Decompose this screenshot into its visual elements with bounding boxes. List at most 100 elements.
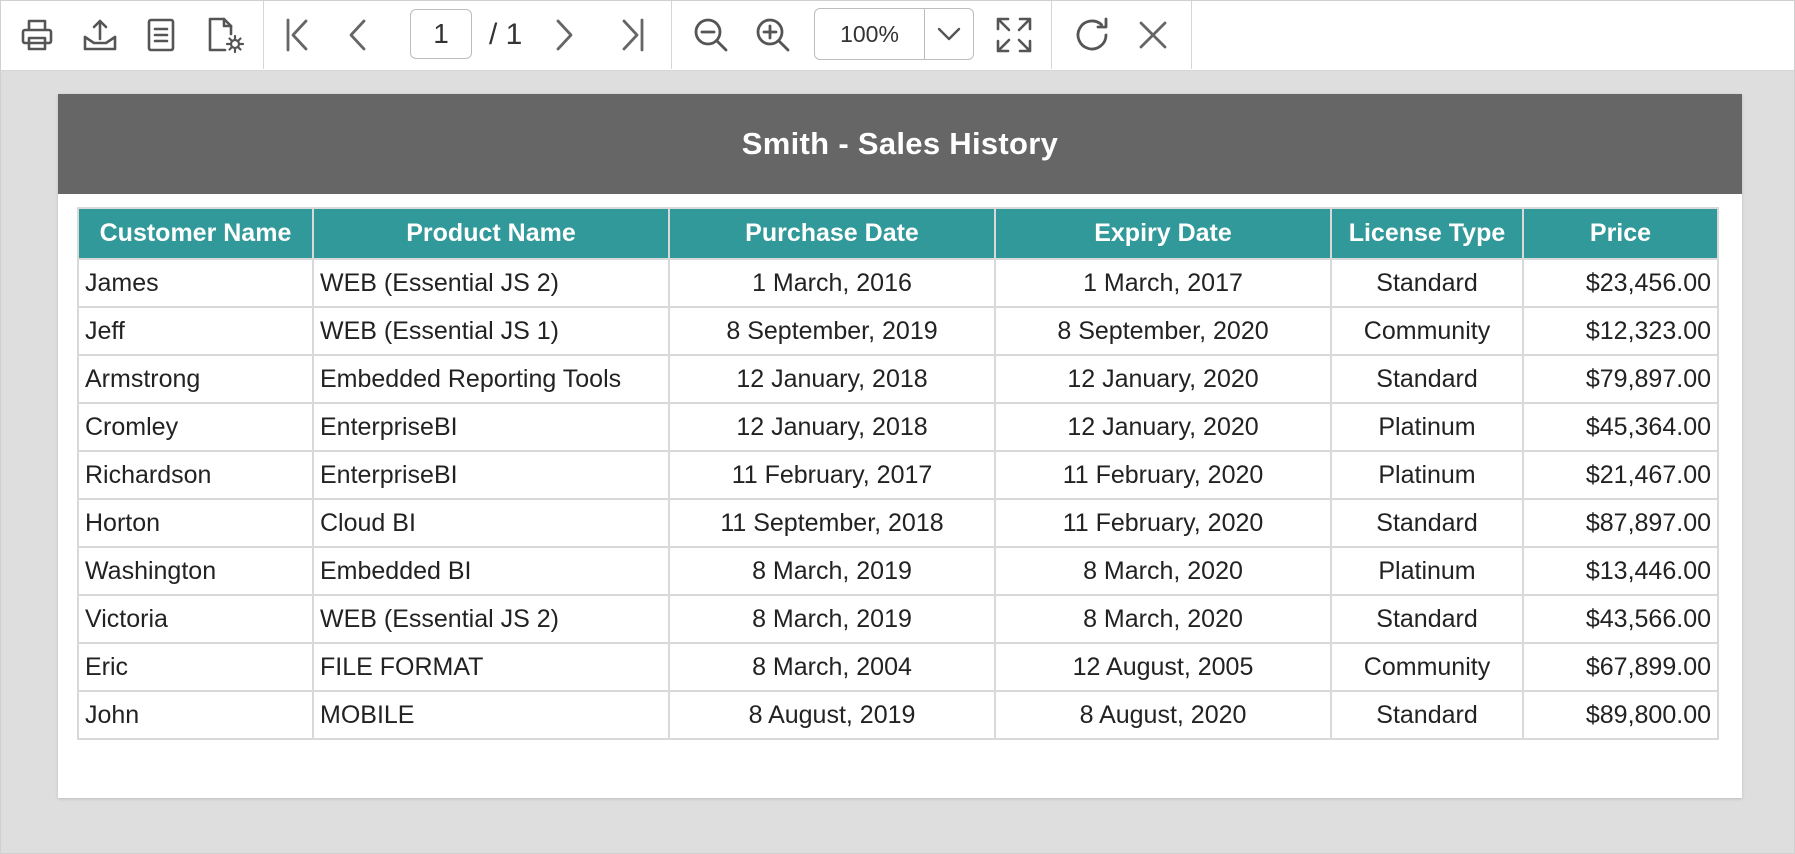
zoom-dropdown-toggle[interactable] bbox=[925, 9, 973, 59]
table-cell: 1 March, 2016 bbox=[668, 258, 996, 308]
table-cell: Embedded Reporting Tools bbox=[312, 354, 670, 404]
table-cell: MOBILE bbox=[312, 690, 670, 740]
table-row: James WEB (Essential JS 2) 1 March, 2016… bbox=[77, 258, 1719, 308]
table-row: Victoria WEB (Essential JS 2) 8 March, 2… bbox=[77, 594, 1719, 644]
table-cell: Platinum bbox=[1330, 402, 1524, 452]
toolbar-separator bbox=[1191, 1, 1192, 69]
column-header: Customer Name bbox=[77, 207, 314, 260]
column-header: Purchase Date bbox=[668, 207, 996, 260]
column-header: Expiry Date bbox=[994, 207, 1332, 260]
table-cell: 11 September, 2018 bbox=[668, 498, 996, 548]
table-cell: Armstrong bbox=[77, 354, 314, 404]
table-cell: EnterpriseBI bbox=[312, 450, 670, 500]
table-cell: $43,566.00 bbox=[1522, 594, 1719, 644]
table-cell: Platinum bbox=[1330, 450, 1524, 500]
report-view-area[interactable]: Smith - Sales History Customer Name Prod… bbox=[1, 71, 1794, 853]
table-cell: $13,446.00 bbox=[1522, 546, 1719, 596]
table-cell: Standard bbox=[1330, 498, 1524, 548]
table-cell: $87,897.00 bbox=[1522, 498, 1719, 548]
table-cell: John bbox=[77, 690, 314, 740]
table-cell: $45,364.00 bbox=[1522, 402, 1719, 452]
table-cell: Cromley bbox=[77, 402, 314, 452]
table-cell: Jeff bbox=[77, 306, 314, 356]
zoom-dropdown[interactable]: 100% bbox=[814, 8, 974, 60]
table-cell: 1 March, 2017 bbox=[994, 258, 1332, 308]
table-cell: EnterpriseBI bbox=[312, 402, 670, 452]
table-cell: 8 August, 2019 bbox=[668, 690, 996, 740]
table-cell: 11 February, 2020 bbox=[994, 498, 1332, 548]
table-cell: Richardson bbox=[77, 450, 314, 500]
table-cell: Eric bbox=[77, 642, 314, 692]
fit-page-icon bbox=[996, 17, 1032, 53]
table-cell: 12 August, 2005 bbox=[994, 642, 1332, 692]
next-page-button[interactable] bbox=[538, 9, 590, 61]
column-header: License Type bbox=[1330, 207, 1524, 260]
print-icon bbox=[21, 19, 53, 51]
report-viewer: / 1 bbox=[0, 0, 1795, 854]
export-button[interactable] bbox=[74, 9, 126, 61]
table-row: Armstrong Embedded Reporting Tools 12 Ja… bbox=[77, 354, 1719, 404]
table-cell: Cloud BI bbox=[312, 498, 670, 548]
table-cell: 12 January, 2018 bbox=[668, 354, 996, 404]
table-cell: WEB (Essential JS 2) bbox=[312, 258, 670, 308]
last-page-button[interactable] bbox=[606, 9, 658, 61]
refresh-button[interactable] bbox=[1067, 9, 1119, 61]
zoom-out-button[interactable] bbox=[685, 9, 737, 61]
chevron-down-icon bbox=[937, 27, 961, 41]
table-cell: 11 February, 2020 bbox=[994, 450, 1332, 500]
page-total-label: / 1 bbox=[489, 18, 523, 51]
toolbar-separator bbox=[263, 1, 264, 69]
table-header-row: Customer Name Product Name Purchase Date… bbox=[77, 207, 1719, 260]
toolbar-separator bbox=[671, 1, 672, 69]
toolbar: / 1 bbox=[1, 1, 1794, 71]
close-icon bbox=[1139, 21, 1167, 49]
previous-page-icon bbox=[349, 19, 366, 51]
table-cell: Horton bbox=[77, 498, 314, 548]
fit-page-button[interactable] bbox=[988, 9, 1040, 61]
last-page-icon bbox=[622, 18, 644, 52]
table-row: Richardson EnterpriseBI 11 February, 201… bbox=[77, 450, 1719, 500]
next-page-icon bbox=[556, 19, 573, 51]
table-cell: Victoria bbox=[77, 594, 314, 644]
table-cell: Standard bbox=[1330, 258, 1524, 308]
sales-history-table: Customer Name Product Name Purchase Date… bbox=[77, 207, 1719, 740]
table-cell: 12 January, 2020 bbox=[994, 354, 1332, 404]
table-cell: $21,467.00 bbox=[1522, 450, 1719, 500]
table-cell: 8 March, 2004 bbox=[668, 642, 996, 692]
table-cell: WEB (Essential JS 1) bbox=[312, 306, 670, 356]
column-header: Product Name bbox=[312, 207, 670, 260]
table-cell: Standard bbox=[1330, 354, 1524, 404]
table-cell: 12 January, 2018 bbox=[668, 402, 996, 452]
table-cell: Community bbox=[1330, 642, 1524, 692]
table-row: Washington Embedded BI 8 March, 2019 8 M… bbox=[77, 546, 1719, 596]
zoom-value[interactable]: 100% bbox=[815, 9, 925, 59]
parameters-icon bbox=[147, 18, 175, 52]
table-cell: Standard bbox=[1330, 690, 1524, 740]
table-cell: 8 March, 2019 bbox=[668, 546, 996, 596]
table-row: Eric FILE FORMAT 8 March, 2004 12 August… bbox=[77, 642, 1719, 692]
refresh-icon bbox=[1076, 17, 1108, 51]
table-row: John MOBILE 8 August, 2019 8 August, 202… bbox=[77, 690, 1719, 740]
table-cell: $12,323.00 bbox=[1522, 306, 1719, 356]
table-cell: Embedded BI bbox=[312, 546, 670, 596]
table-cell: 8 September, 2020 bbox=[994, 306, 1332, 356]
report-page: Smith - Sales History Customer Name Prod… bbox=[58, 94, 1742, 798]
zoom-in-button[interactable] bbox=[747, 9, 799, 61]
table-cell: 8 March, 2020 bbox=[994, 594, 1332, 644]
table-cell: 8 March, 2020 bbox=[994, 546, 1332, 596]
page-setup-button[interactable] bbox=[199, 9, 251, 61]
previous-page-button[interactable] bbox=[332, 9, 384, 61]
page-number-input[interactable] bbox=[410, 9, 472, 59]
page-setup-icon bbox=[208, 17, 245, 54]
zoom-in-icon bbox=[756, 18, 790, 52]
table-cell: Platinum bbox=[1330, 546, 1524, 596]
table-cell: FILE FORMAT bbox=[312, 642, 670, 692]
table-row: Horton Cloud BI 11 September, 2018 11 Fe… bbox=[77, 498, 1719, 548]
zoom-out-icon bbox=[694, 18, 728, 52]
table-cell: James bbox=[77, 258, 314, 308]
print-button[interactable] bbox=[11, 9, 63, 61]
export-icon bbox=[83, 19, 117, 51]
parameters-button[interactable] bbox=[135, 9, 187, 61]
first-page-button[interactable] bbox=[272, 9, 324, 61]
close-button[interactable] bbox=[1127, 9, 1179, 61]
